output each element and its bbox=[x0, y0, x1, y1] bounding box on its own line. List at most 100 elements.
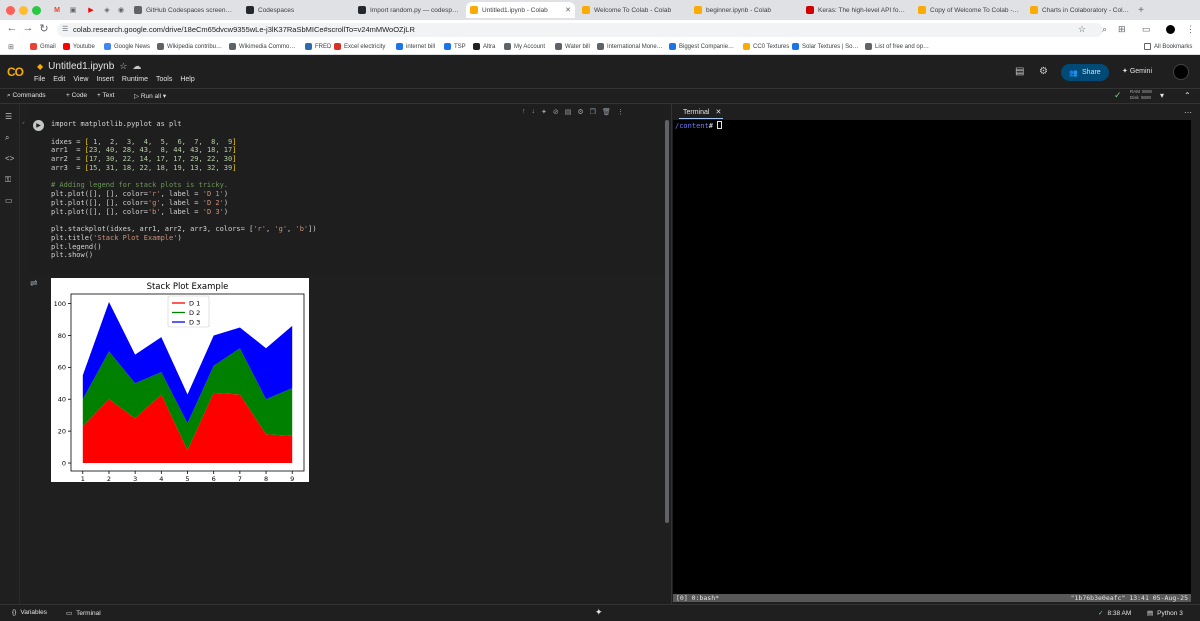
pinned-tab-icon[interactable]: ◉ bbox=[114, 4, 128, 16]
back-button[interactable]: ← bbox=[5, 22, 19, 34]
more-menu-icon[interactable]: ⋮ bbox=[1186, 24, 1195, 35]
menu-view[interactable]: View bbox=[73, 76, 88, 83]
sidebar-icon[interactable]: ▭ bbox=[1142, 24, 1151, 35]
bookmark-item[interactable]: Wikipedia contribu… bbox=[157, 43, 222, 50]
terminal-console[interactable]: /content# bbox=[673, 120, 1191, 594]
comment-icon[interactable]: ▤ bbox=[1015, 66, 1024, 77]
bookmark-item[interactable]: Solar Textures | So… bbox=[792, 43, 858, 50]
menu-edit[interactable]: Edit bbox=[53, 76, 65, 83]
browser-tab[interactable]: Keras: The high-level API fo… bbox=[802, 2, 911, 18]
gemini-sparkle-icon[interactable]: ✦ bbox=[595, 607, 603, 618]
close-window-button[interactable] bbox=[6, 6, 15, 15]
add-code-button[interactable]: + Code bbox=[66, 92, 87, 99]
notebook-scrollbar-thumb[interactable] bbox=[665, 120, 669, 523]
terminal-button[interactable]: ▭ Terminal bbox=[66, 609, 101, 618]
close-tab-icon[interactable]: ✕ bbox=[565, 6, 571, 14]
account-avatar[interactable] bbox=[1173, 64, 1189, 80]
profile-avatar[interactable] bbox=[1166, 25, 1175, 34]
menu-help[interactable]: Help bbox=[180, 76, 194, 83]
execution-status[interactable]: ✓ 8:38 AM bbox=[1098, 609, 1131, 618]
resource-monitor[interactable]: RAM Disk bbox=[1130, 89, 1152, 101]
apps-grid-icon[interactable]: ⊞ bbox=[8, 43, 14, 51]
gemini-button[interactable]: ✦ Gemini bbox=[1122, 67, 1152, 75]
secrets-key-icon[interactable]: ⚿ bbox=[5, 175, 11, 185]
bookmark-item[interactable]: internet bill bbox=[396, 43, 435, 50]
bookmark-item[interactable]: List of free and op… bbox=[865, 43, 929, 50]
toc-icon[interactable]: ☰ bbox=[5, 112, 12, 121]
maximize-window-button[interactable] bbox=[32, 6, 41, 15]
bookmark-item[interactable]: Wikimedia Commo… bbox=[229, 43, 295, 50]
run-all-button[interactable]: ▷ Run all ▾ bbox=[134, 92, 166, 100]
site-info-icon[interactable]: ☰ bbox=[62, 23, 68, 37]
share-button[interactable]: 👥 Share bbox=[1061, 64, 1109, 81]
code-editor[interactable]: import matplotlib.pyplot as plt idxes = [… bbox=[51, 120, 651, 260]
zoom-icon[interactable]: ⌕ bbox=[1102, 24, 1107, 35]
runtime-dropdown-icon[interactable]: ▾ bbox=[1160, 91, 1164, 100]
files-folder-icon[interactable]: ▭ bbox=[5, 196, 13, 205]
search-icon[interactable]: ⌕ bbox=[5, 133, 9, 143]
all-bookmarks[interactable]: All Bookmarks bbox=[1144, 43, 1192, 50]
collapse-chevron-icon[interactable]: ⌃ bbox=[1184, 91, 1191, 100]
bookmark-item[interactable]: CC0 Textures bbox=[743, 43, 789, 50]
menu-tools[interactable]: Tools bbox=[156, 76, 172, 83]
colab-logo[interactable]: CO bbox=[7, 65, 24, 79]
browser-tab[interactable]: Codespaces bbox=[242, 2, 351, 18]
browser-tab[interactable]: Import random.py — codesp… bbox=[354, 2, 463, 18]
minimize-window-button[interactable] bbox=[19, 6, 28, 15]
pinned-tab-icon[interactable]: ◈ bbox=[100, 4, 114, 16]
output-actions-icon[interactable]: ⇌ bbox=[30, 278, 38, 289]
bookmark-item[interactable]: Google News bbox=[104, 43, 150, 50]
bookmark-item[interactable]: Biggest Companie… bbox=[669, 43, 734, 50]
move-up-icon[interactable]: ↑ bbox=[522, 108, 526, 116]
gmail-pinned-tab-icon[interactable]: M bbox=[50, 4, 64, 16]
commands-button[interactable]: ⌕ Commands bbox=[7, 92, 46, 100]
notebook-title[interactable]: Untitled1.ipynb bbox=[48, 61, 114, 72]
forward-button[interactable]: → bbox=[21, 22, 35, 34]
close-icon[interactable]: ✕ bbox=[715, 108, 721, 116]
run-cell-button[interactable]: ▶ bbox=[33, 120, 44, 131]
bookmark-item[interactable]: FRED bbox=[305, 43, 331, 50]
bookmark-item[interactable]: My Account bbox=[504, 43, 545, 50]
browser-tab[interactable]: Copy of Welcome To Colab -… bbox=[914, 2, 1023, 18]
browser-tab[interactable]: Untitled1.ipynb - Colab ✕ bbox=[466, 2, 575, 18]
browser-tab[interactable]: Charts in Colaboratory - Col… bbox=[1026, 2, 1135, 18]
bookmark-item[interactable]: TSP bbox=[444, 43, 466, 50]
url-field[interactable]: ☰ colab.research.google.com/drive/18eCm6… bbox=[57, 23, 1103, 37]
terminal-tab[interactable]: Terminal ✕ bbox=[683, 108, 721, 117]
add-text-button[interactable]: + Text bbox=[97, 92, 114, 99]
bookmark-item[interactable]: International Mone… bbox=[597, 43, 663, 50]
bookmark-star-icon[interactable]: ☆ bbox=[1078, 24, 1086, 35]
gemini-sparkle-icon[interactable]: ✦ bbox=[541, 108, 547, 116]
more-options-icon[interactable]: ⋯ bbox=[1184, 108, 1192, 117]
delete-icon[interactable]: 🗑 bbox=[602, 108, 611, 116]
extensions-icon[interactable]: ⊞ bbox=[1118, 24, 1126, 35]
star-icon[interactable]: ☆ bbox=[119, 61, 127, 72]
comment-icon[interactable]: ▤ bbox=[565, 108, 572, 116]
cloud-icon[interactable]: ☁ bbox=[132, 61, 141, 72]
bookmark-item[interactable]: Water bill bbox=[555, 43, 590, 50]
browser-tab[interactable]: Welcome To Colab - Colab bbox=[578, 2, 687, 18]
new-tab-button[interactable]: + bbox=[1134, 4, 1148, 16]
menu-file[interactable]: File bbox=[34, 76, 45, 83]
settings-gear-icon[interactable]: ⚙ bbox=[1039, 66, 1048, 77]
mirror-cell-icon[interactable]: ❐ bbox=[590, 108, 596, 116]
pinned-tab-icon[interactable]: ▣ bbox=[66, 4, 80, 16]
youtube-pinned-tab-icon[interactable]: ▶ bbox=[84, 4, 98, 16]
bookmark-item[interactable]: Youtube bbox=[63, 43, 95, 50]
link-icon[interactable]: ⊘ bbox=[553, 108, 559, 116]
browser-tab[interactable]: beginner.ipynb - Colab bbox=[690, 2, 799, 18]
code-snippets-icon[interactable]: <> bbox=[5, 154, 14, 163]
runtime-indicator[interactable]: ▤ Python 3 bbox=[1147, 609, 1183, 618]
variables-button[interactable]: {} Variables bbox=[12, 609, 47, 616]
more-options-icon[interactable]: ⋮ bbox=[617, 108, 624, 116]
reload-button[interactable]: ↻ bbox=[37, 22, 51, 35]
menu-insert[interactable]: Insert bbox=[96, 76, 114, 83]
settings-gear-icon[interactable]: ⚙ bbox=[577, 108, 583, 116]
colab-icon bbox=[1030, 6, 1038, 14]
bookmark-item[interactable]: Excel electricity bbox=[334, 43, 385, 50]
bookmark-item[interactable]: Altra bbox=[473, 43, 495, 50]
browser-tab[interactable]: GitHub Codespaces screens… bbox=[130, 2, 239, 18]
bookmark-item[interactable]: Gmail bbox=[30, 43, 56, 50]
menu-runtime[interactable]: Runtime bbox=[122, 76, 148, 83]
move-down-icon[interactable]: ↓ bbox=[532, 108, 536, 116]
